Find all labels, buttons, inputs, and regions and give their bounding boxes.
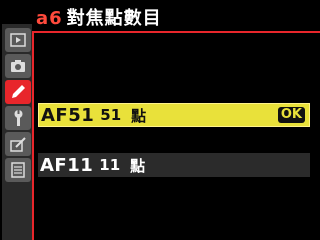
sidebar-item-playback[interactable] [5, 28, 31, 52]
option-count: 11 [99, 156, 121, 174]
option-code: AF11 [40, 154, 94, 176]
sidebar-divider [32, 31, 34, 240]
camera-icon [11, 60, 25, 72]
playback-icon [10, 33, 26, 47]
my-menu-icon [11, 162, 25, 178]
sidebar-item-my-menu[interactable] [5, 158, 31, 182]
wrench-icon [14, 110, 23, 126]
menu-code: a6 [36, 8, 63, 29]
sidebar-item-setup[interactable] [5, 106, 31, 130]
retouch-icon [10, 137, 26, 152]
option-code: AF51 [41, 104, 95, 126]
ok-button[interactable]: OK [277, 107, 305, 123]
sidebar-item-custom-settings[interactable] [5, 80, 31, 104]
menu-title: a6 對焦點數目 [36, 4, 162, 30]
pencil-icon [12, 85, 25, 98]
menu-sidebar [2, 24, 32, 240]
option-unit: 點 [131, 106, 147, 125]
title-divider [32, 31, 320, 33]
option-af51[interactable]: AF51 51 點 OK [38, 103, 310, 127]
sidebar-item-shooting[interactable] [5, 54, 31, 78]
menu-title-text: 對焦點數目 [66, 8, 162, 29]
option-unit: 點 [130, 156, 146, 175]
sidebar-item-retouch[interactable] [5, 132, 31, 156]
option-count: 51 [100, 106, 122, 124]
option-af11[interactable]: AF11 11 點 [38, 153, 310, 177]
